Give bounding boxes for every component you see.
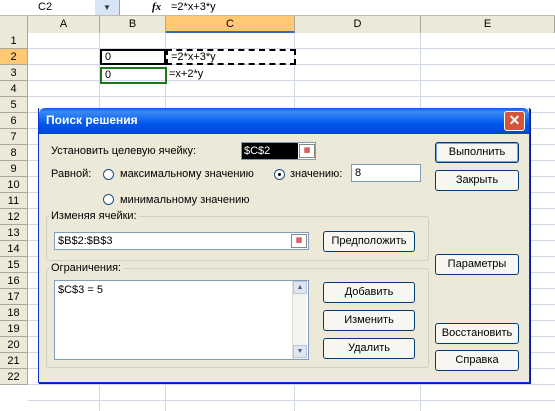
- scroll-up-icon[interactable]: ▲: [293, 281, 307, 294]
- row-header[interactable]: 14: [0, 241, 28, 257]
- radio-min[interactable]: [103, 194, 114, 205]
- column-header-c[interactable]: C: [166, 16, 295, 33]
- row-header[interactable]: 20: [0, 337, 28, 353]
- collapse-dialog-icon[interactable]: ▦: [299, 144, 315, 158]
- constraints-list[interactable]: $C$3 = 5 ▲ ▼: [54, 280, 309, 360]
- row-header[interactable]: 13: [0, 225, 28, 241]
- value-input[interactable]: 8: [351, 164, 421, 182]
- column-header-d[interactable]: D: [295, 16, 421, 33]
- row-header[interactable]: 7: [0, 129, 28, 145]
- close-icon[interactable]: ✕: [504, 111, 525, 131]
- row-header[interactable]: 17: [0, 289, 28, 305]
- target-cell-field[interactable]: $C$2 ▦: [241, 142, 316, 160]
- scroll-down-icon[interactable]: ▼: [293, 345, 307, 358]
- row-header[interactable]: 22: [0, 369, 28, 385]
- dialog-titlebar[interactable]: Поиск решения ✕: [39, 108, 529, 134]
- row-header[interactable]: 18: [0, 305, 28, 321]
- options-button[interactable]: Параметры: [435, 254, 519, 275]
- column-header-e[interactable]: E: [421, 16, 555, 33]
- changing-cells-collapse-icon[interactable]: ▦: [291, 234, 307, 248]
- constraints-label: Ограничения:: [49, 262, 124, 274]
- constraint-item[interactable]: $C$3 = 5: [58, 284, 103, 296]
- row-header[interactable]: 12: [0, 209, 28, 225]
- close-button[interactable]: Закрыть: [435, 170, 519, 191]
- row-header[interactable]: 8: [0, 145, 28, 161]
- row-header[interactable]: 19: [0, 321, 28, 337]
- row-header[interactable]: 4: [0, 81, 28, 97]
- radio-value[interactable]: [274, 169, 285, 180]
- delete-constraint-button[interactable]: Удалить: [323, 338, 415, 359]
- select-all-corner[interactable]: [0, 16, 28, 33]
- row-header[interactable]: 6: [0, 113, 28, 129]
- name-box-dropdown-icon[interactable]: ▼: [95, 0, 119, 15]
- row-header[interactable]: 21: [0, 353, 28, 369]
- row-header[interactable]: 11: [0, 193, 28, 209]
- column-header-a[interactable]: A: [28, 16, 100, 33]
- row-header[interactable]: 2: [0, 49, 28, 65]
- help-button[interactable]: Справка: [435, 350, 519, 371]
- radio-selected-dot: [278, 173, 281, 176]
- reset-button[interactable]: Восстановить: [435, 323, 519, 344]
- row-header[interactable]: 1: [0, 33, 28, 49]
- guess-button[interactable]: Предположить: [323, 231, 415, 252]
- cell-b3[interactable]: 0: [100, 67, 167, 84]
- cell-c3[interactable]: =x+2*y: [166, 66, 295, 82]
- row-header[interactable]: 16: [0, 273, 28, 289]
- radio-max[interactable]: [103, 169, 114, 180]
- add-constraint-button[interactable]: Добавить: [323, 282, 415, 303]
- radio-min-label[interactable]: минимальному значению: [120, 194, 250, 206]
- insert-function-icon[interactable]: fx: [152, 0, 168, 15]
- radio-value-label[interactable]: значению:: [290, 168, 342, 180]
- formula-input[interactable]: =2*x+3*y: [171, 1, 216, 13]
- constraints-scrollbar[interactable]: ▲ ▼: [292, 281, 307, 359]
- equal-label: Равной:: [51, 168, 92, 180]
- solver-dialog: Поиск решения ✕ Установить целевую ячейк…: [38, 108, 530, 383]
- dialog-title: Поиск решения: [46, 113, 138, 127]
- row-header[interactable]: 9: [0, 161, 28, 177]
- row-header[interactable]: 10: [0, 177, 28, 193]
- row-header[interactable]: 5: [0, 97, 28, 113]
- column-header-b[interactable]: B: [100, 16, 166, 33]
- target-cell-label: Установить целевую ячейку:: [51, 145, 197, 157]
- cell-c2[interactable]: =2*x+3*y: [166, 49, 296, 65]
- row-header[interactable]: 3: [0, 65, 28, 81]
- target-cell-value: $C$2: [242, 143, 298, 159]
- solve-button[interactable]: Выполнить: [435, 142, 519, 163]
- formula-bar: C2 ▼ fx =2*x+3*y: [0, 0, 555, 16]
- row-header[interactable]: 15: [0, 257, 28, 273]
- changing-cells-label: Изменяя ячейки:: [49, 210, 139, 222]
- change-constraint-button[interactable]: Изменить: [323, 310, 415, 331]
- cell-b2[interactable]: 0: [100, 49, 166, 65]
- radio-max-label[interactable]: максимальному значению: [120, 168, 254, 180]
- changing-cells-input[interactable]: $B$2:$B$3: [54, 232, 309, 250]
